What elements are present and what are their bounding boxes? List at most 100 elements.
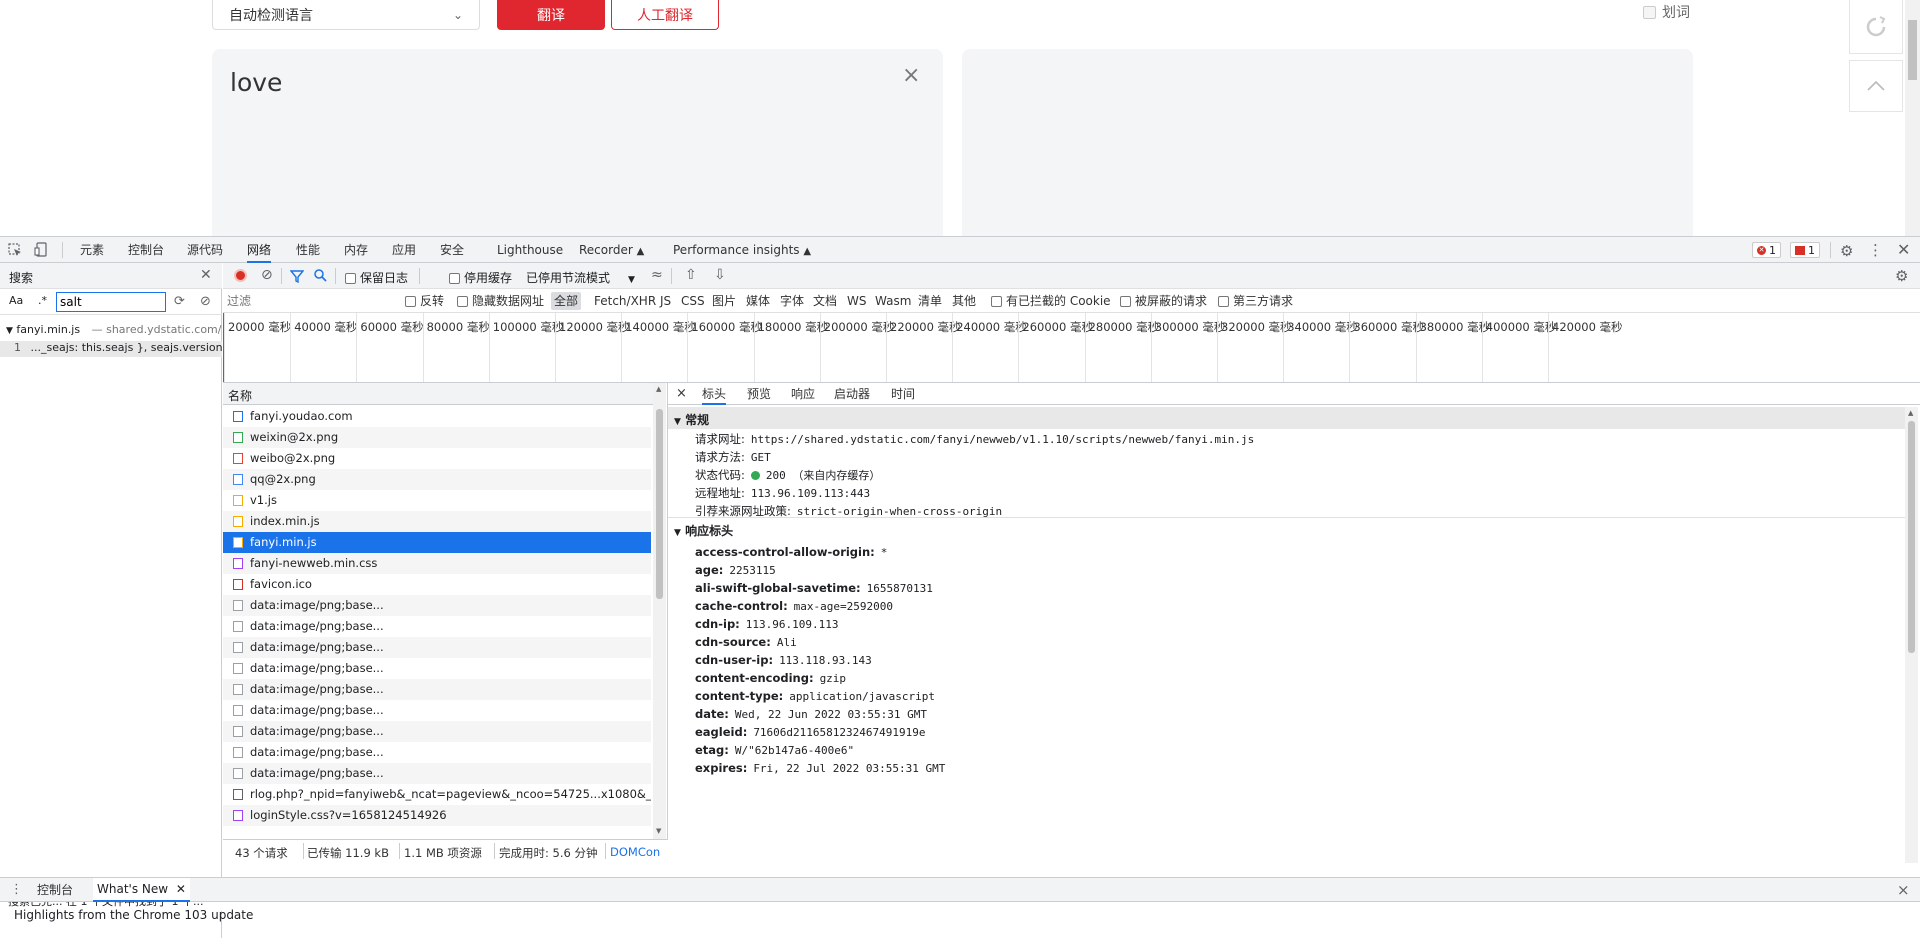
invert-toggle[interactable]: 反转 (405, 289, 444, 313)
disable-cache-checkbox[interactable] (449, 273, 460, 284)
request-row[interactable]: weibo@2x.png (223, 448, 651, 469)
tab-recorder[interactable]: Recorder ▲ (579, 237, 644, 263)
type-filter-img[interactable]: 图片 (712, 289, 736, 313)
search-result-line[interactable]: 1 ..._seajs: this.seajs }, seajs.version… (0, 341, 222, 357)
search-icon[interactable] (313, 268, 327, 285)
tab-performance[interactable]: 性能 (296, 237, 320, 263)
request-row[interactable]: data:image/png;base... (223, 742, 651, 763)
search-input[interactable] (56, 292, 166, 312)
import-har-icon[interactable]: ⇧ (685, 267, 697, 283)
request-row[interactable]: v1.js (223, 490, 651, 511)
record-icon[interactable] (234, 269, 247, 282)
request-row[interactable]: data:image/png;base... (223, 637, 651, 658)
drawer-tab-whats-new[interactable]: What's New ✕ (93, 878, 190, 902)
disable-cache-toggle[interactable]: 停用缓存 (449, 269, 512, 286)
tab-sources[interactable]: 源代码 (187, 237, 223, 263)
blocked-cookies-toggle[interactable]: 有已拦截的 Cookie (991, 289, 1111, 313)
blocked-requests-checkbox[interactable] (1120, 296, 1131, 307)
type-filter-manifest[interactable]: 清单 (918, 289, 942, 313)
scroll-up-icon[interactable]: ▲ (1908, 409, 1913, 417)
drawer-tab-console[interactable]: 控制台 (37, 878, 73, 902)
tab-security[interactable]: 安全 (440, 237, 464, 263)
error-count-badge[interactable]: ✕ 1 (1752, 242, 1781, 258)
request-list-header[interactable]: 名称 (223, 383, 653, 405)
network-conditions-icon[interactable]: ≈ (651, 267, 663, 283)
request-row[interactable]: qq@2x.png (223, 469, 651, 490)
tab-memory[interactable]: 内存 (344, 237, 368, 263)
close-drawer-icon[interactable]: × (1897, 881, 1910, 899)
type-filter-doc[interactable]: 文档 (813, 289, 837, 313)
preserve-log-checkbox[interactable] (345, 273, 356, 284)
request-row[interactable]: data:image/png;base... (223, 763, 651, 784)
type-filter-all[interactable]: 全部 (551, 292, 582, 310)
type-filter-font[interactable]: 字体 (780, 289, 804, 313)
page-scrollbar[interactable] (1905, 0, 1920, 236)
request-row[interactable]: favicon.ico (223, 574, 651, 595)
request-row[interactable]: data:image/png;base... (223, 658, 651, 679)
type-filter-wasm[interactable]: Wasm (875, 289, 911, 313)
source-text-panel[interactable] (212, 49, 943, 236)
third-party-toggle[interactable]: 第三方请求 (1218, 289, 1293, 313)
clear-log-icon[interactable]: ⊘ (261, 267, 273, 283)
request-row[interactable]: fanyi.min.js (223, 532, 651, 553)
request-row[interactable]: index.min.js (223, 511, 651, 532)
export-har-icon[interactable]: ⇩ (714, 267, 726, 283)
more-options-icon[interactable]: ⋮ (1868, 241, 1883, 259)
type-filter-media[interactable]: 媒体 (746, 289, 770, 313)
request-list-scrollbar[interactable]: ▲ ▼ (653, 383, 666, 839)
back-to-top-button[interactable] (1849, 60, 1903, 112)
detail-scrollbar[interactable]: ▲ (1905, 407, 1918, 863)
close-search-icon[interactable]: ✕ (200, 267, 212, 283)
type-filter-fetch-xhr[interactable]: Fetch/XHR (594, 289, 656, 313)
request-row[interactable]: data:image/png;base... (223, 700, 651, 721)
type-filter-other[interactable]: 其他 (952, 289, 976, 313)
tab-elements[interactable]: 元素 (80, 237, 104, 263)
tab-preview[interactable]: 预览 (747, 383, 771, 405)
request-row[interactable]: data:image/png;base... (223, 721, 651, 742)
request-row[interactable]: weixin@2x.png (223, 427, 651, 448)
network-filter-input[interactable] (227, 292, 397, 310)
hide-data-urls-toggle[interactable]: 隐藏数据网址 (457, 289, 544, 313)
huaci-toggle[interactable]: 划词 (1643, 2, 1690, 22)
request-row[interactable]: rlog.php?_npid=fanyiweb&_ncat=pageview&_… (223, 784, 651, 805)
third-party-checkbox[interactable] (1218, 296, 1229, 307)
blocked-cookies-checkbox[interactable] (991, 296, 1002, 307)
detail-scrollbar-thumb[interactable] (1908, 421, 1915, 653)
tab-console[interactable]: 控制台 (128, 237, 164, 263)
gear-icon[interactable]: ⚙ (1840, 242, 1853, 260)
type-filter-js[interactable]: JS (660, 289, 671, 313)
feedback-button[interactable] (1849, 0, 1903, 54)
tab-application[interactable]: 应用 (392, 237, 416, 263)
general-section-header[interactable]: ▼ 常规 (668, 407, 1905, 429)
tab-initiator[interactable]: 启动器 (834, 383, 870, 405)
network-settings-gear-icon[interactable]: ⚙ (1895, 267, 1908, 285)
request-row[interactable]: data:image/png;base... (223, 679, 651, 700)
drawer-menu-icon[interactable]: ⋮ (10, 882, 23, 897)
tab-performance-insights[interactable]: Performance insights ▲ (673, 237, 811, 263)
page-scrollbar-thumb[interactable] (1908, 20, 1917, 80)
tab-headers[interactable]: 标头 (702, 383, 727, 405)
tab-lighthouse[interactable]: Lighthouse (497, 237, 563, 263)
language-select[interactable]: 自动检测语言 ⌄ (212, 0, 480, 30)
type-filter-css[interactable]: CSS (681, 289, 705, 313)
close-detail-icon[interactable]: × (676, 383, 687, 405)
throttling-select[interactable]: 已停用节流模式 ▼ (526, 269, 635, 286)
search-result-file[interactable]: ▼ fanyi.min.js — shared.ydstatic.com/fa.… (0, 323, 222, 341)
invert-checkbox[interactable] (405, 296, 416, 307)
source-text[interactable]: love (230, 68, 282, 97)
device-toolbar-icon[interactable] (34, 242, 48, 257)
clear-icon[interactable]: × (902, 63, 920, 88)
hide-data-urls-checkbox[interactable] (457, 296, 468, 307)
request-row[interactable]: data:image/png;base... (223, 616, 651, 637)
type-filter-ws[interactable]: WS (847, 289, 866, 313)
request-list-scrollbar-thumb[interactable] (656, 409, 663, 599)
regex-toggle[interactable]: .* (38, 294, 47, 307)
preserve-log-toggle[interactable]: 保留日志 (345, 269, 408, 286)
request-row[interactable]: fanyi.youdao.com (223, 406, 651, 427)
translate-button[interactable]: 翻译 (497, 0, 605, 30)
human-translate-button[interactable]: 人工翻译 (611, 0, 719, 30)
refresh-search-icon[interactable]: ⟳ (174, 294, 185, 309)
tab-network[interactable]: 网络 (247, 237, 272, 263)
clear-search-icon[interactable]: ⊘ (200, 294, 211, 309)
request-row[interactable]: loginStyle.css?v=1658124514926 (223, 805, 651, 826)
